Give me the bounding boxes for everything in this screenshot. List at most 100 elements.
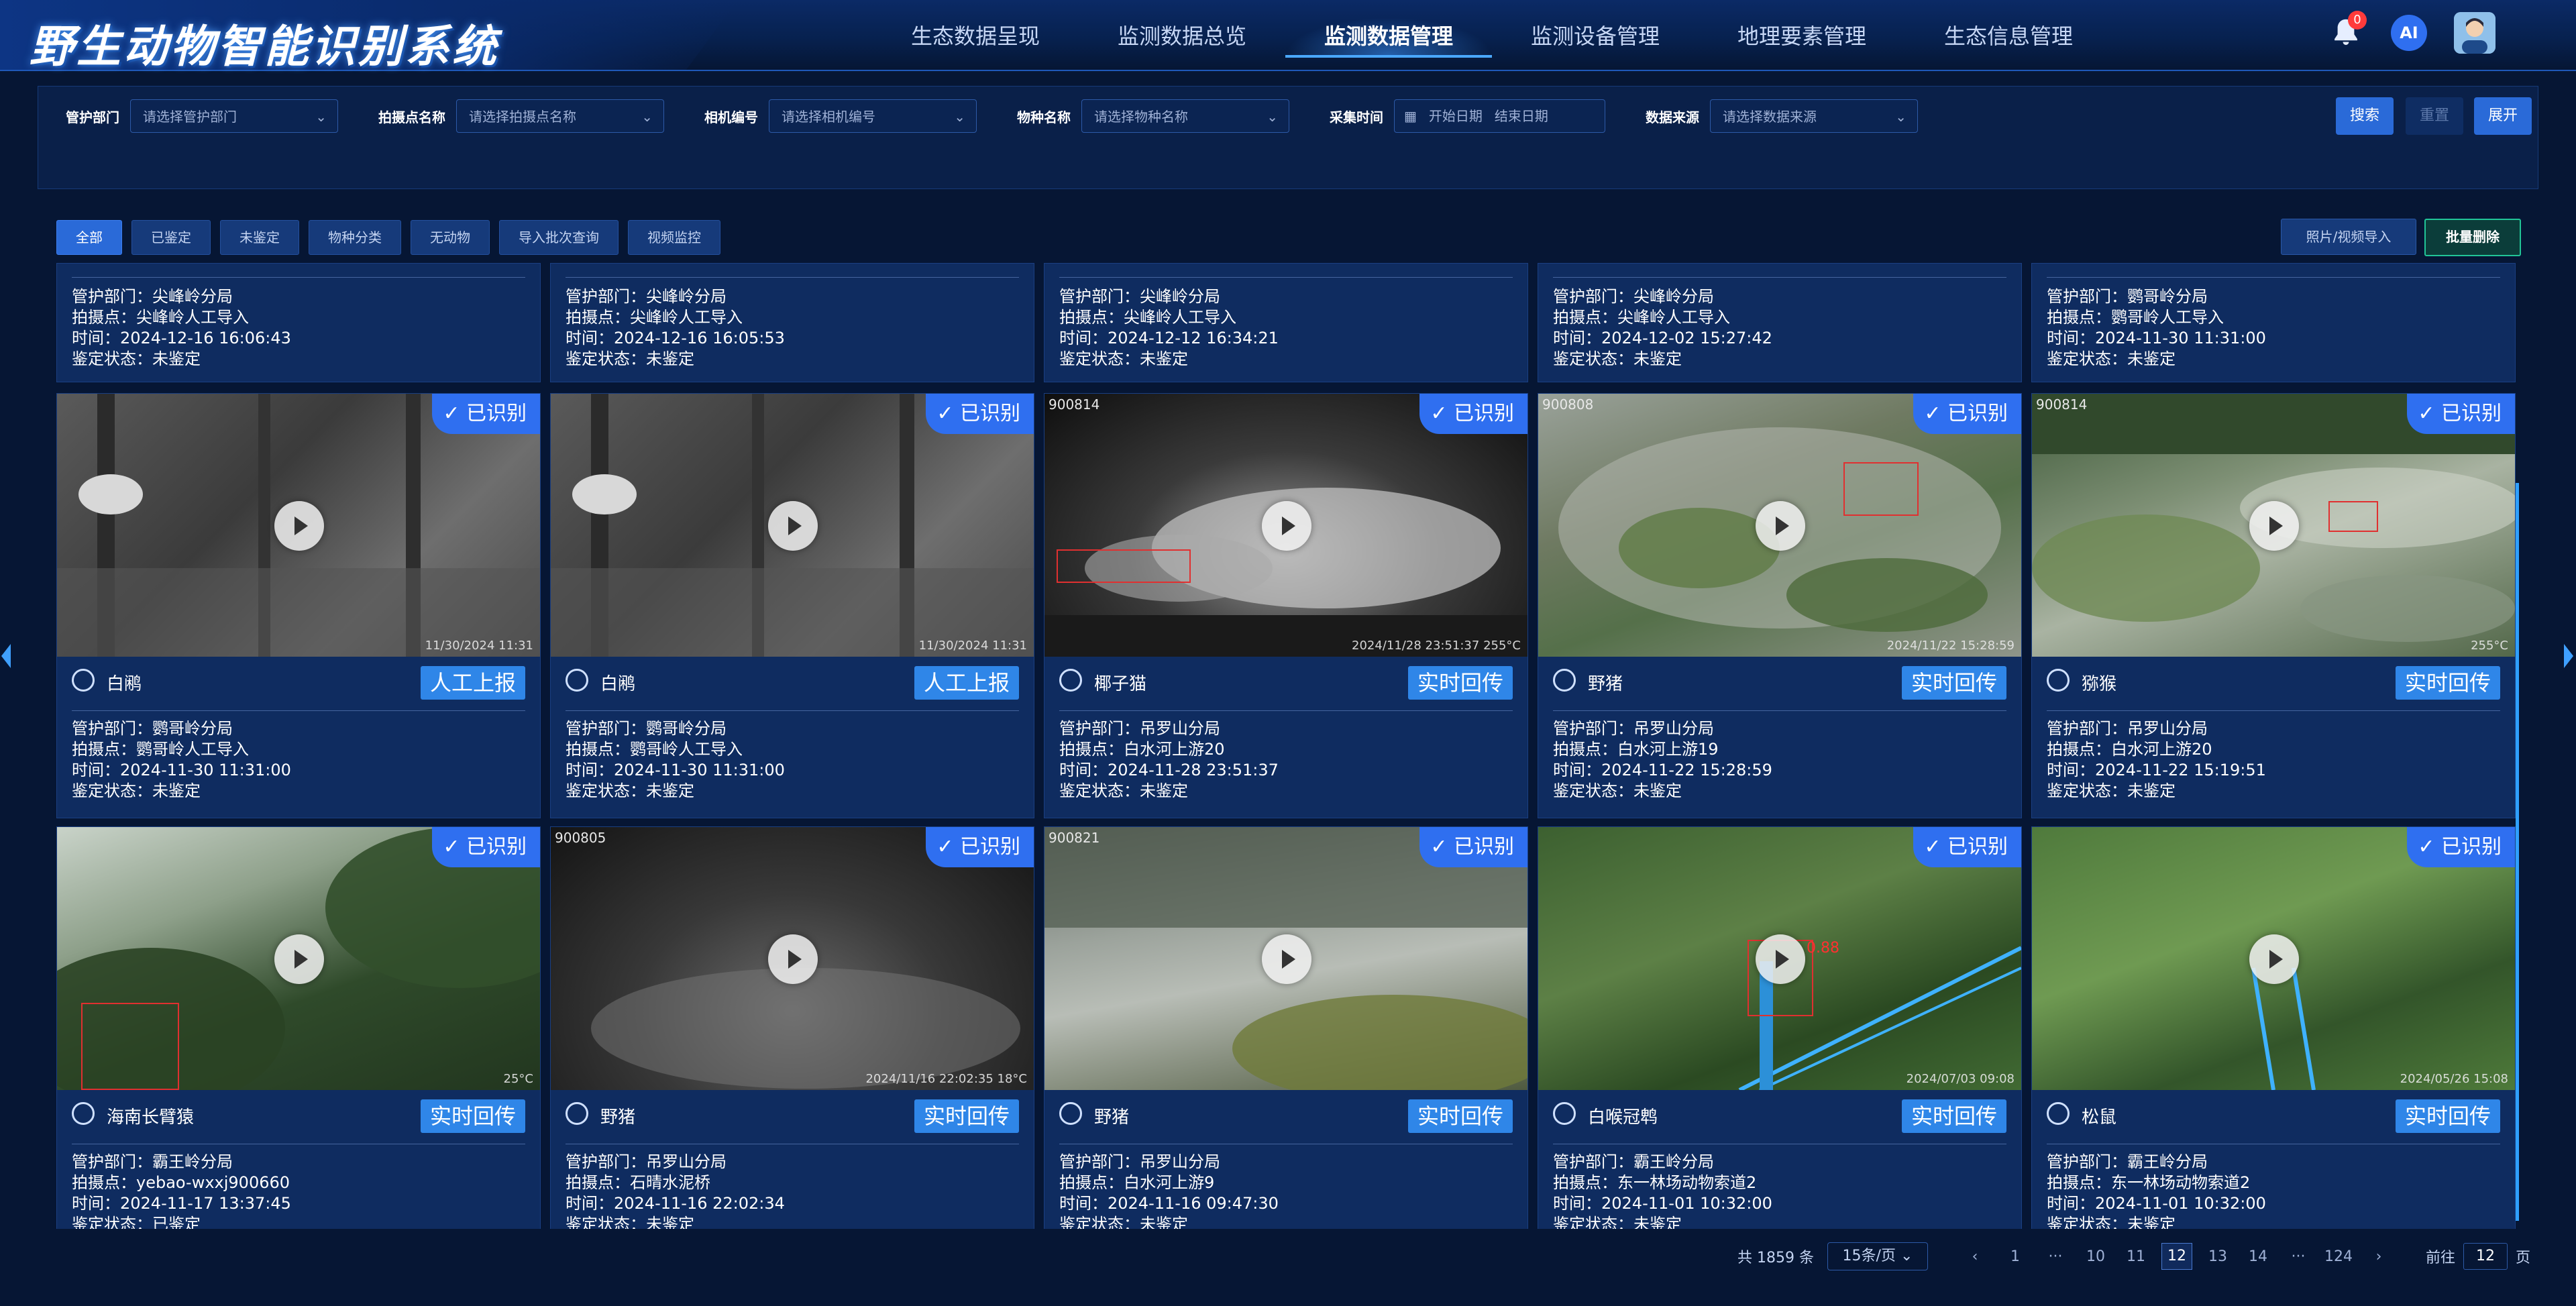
detection-box xyxy=(1843,462,1919,516)
media-card[interactable]: 900821 ✓ 已识别 野猪 实时回传 管护部门：吊罗山分局 拍摄点：白水河上… xyxy=(1044,826,1528,1229)
notification-bell-icon[interactable]: 0 xyxy=(2328,11,2367,51)
page-link[interactable]: 14 xyxy=(2238,1248,2278,1265)
tab-identified[interactable]: 已鉴定 xyxy=(131,220,211,255)
page-link[interactable]: 1 xyxy=(1995,1248,2035,1265)
media-card[interactable]: ✓ 已识别 2024/05/26 15:08 松鼠 实时回传 管护部门：霸王岭分… xyxy=(2031,826,2516,1229)
upload-source-button[interactable]: 人工上报 xyxy=(914,666,1019,700)
point-value: 鹦哥岭人工导入 xyxy=(136,740,249,759)
media-card[interactable]: ✓ 已识别 11/30/2024 11:31 白鹇 人工上报 管护部门：鹦哥岭分… xyxy=(56,393,541,818)
filter-date-range[interactable]: ▦ 开始日期 结束日期 xyxy=(1394,99,1605,133)
upload-source-button[interactable]: 实时回传 xyxy=(420,1099,525,1133)
media-card[interactable]: 管护部门：尖峰岭分局 拍摄点：尖峰岭人工导入 时间：2024-12-16 16:… xyxy=(56,263,541,382)
filter-date-end[interactable]: 结束日期 xyxy=(1495,99,1548,133)
upload-source-button[interactable]: 实时回传 xyxy=(1407,666,1513,700)
upload-source-button[interactable]: 实时回传 xyxy=(2395,666,2500,700)
play-video-icon[interactable] xyxy=(768,501,818,551)
point-label: 拍摄点： xyxy=(72,740,136,759)
tab-unidentified[interactable]: 未鉴定 xyxy=(220,220,299,255)
filter-camera-select[interactable]: 请选择相机编号 ⌄ xyxy=(769,99,977,133)
expand-button[interactable]: 展开 xyxy=(2474,97,2532,135)
play-video-icon[interactable] xyxy=(2249,934,2299,984)
species-name: 猕猴 xyxy=(2082,674,2117,694)
media-thumbnail[interactable]: ✓ 已识别 2024/05/26 15:08 xyxy=(2032,827,2515,1090)
batch-delete-button[interactable]: 批量删除 xyxy=(2424,219,2521,256)
time-value: 2024-11-28 23:51:37 xyxy=(1108,761,1279,779)
dept-value: 吊罗山分局 xyxy=(646,1152,727,1171)
filter-location-select[interactable]: 请选择拍摄点名称 ⌄ xyxy=(456,99,664,133)
media-thumbnail[interactable]: 900821 ✓ 已识别 xyxy=(1044,827,1527,1090)
page-ellipsis[interactable]: ··· xyxy=(2035,1248,2076,1265)
upload-source-button[interactable]: 实时回传 xyxy=(1901,666,2006,700)
media-card[interactable]: 900814 ✓ 已识别 255°C 猕猴 实时回传 管护部门：吊罗山分局 拍摄… xyxy=(2031,393,2516,818)
media-thumbnail[interactable]: 900814 ✓ 已识别 2024/11/28 23:51:37 255°C xyxy=(1044,394,1527,657)
upload-source-button[interactable]: 人工上报 xyxy=(420,666,525,700)
media-thumbnail[interactable]: 0.88 ✓ 已识别 2024/07/03 09:08 xyxy=(1538,827,2021,1090)
grid-scrollbar[interactable] xyxy=(2516,483,2519,1221)
identified-badge: ✓ 已识别 xyxy=(1419,394,1527,434)
tab-species-class[interactable]: 物种分类 xyxy=(309,220,401,255)
tab-all[interactable]: 全部 xyxy=(56,220,122,255)
media-card[interactable]: 管护部门：尖峰岭分局 拍摄点：尖峰岭人工导入 时间：2024-12-16 16:… xyxy=(550,263,1034,382)
next-page-icon[interactable]: › xyxy=(2359,1248,2399,1265)
goto-page-input[interactable]: 12 xyxy=(2463,1243,2508,1270)
current-page[interactable]: 12 xyxy=(2161,1243,2192,1270)
filter-dept-select[interactable]: 请选择管护部门 ⌄ xyxy=(130,99,338,133)
media-thumbnail[interactable]: 900808 ✓ 已识别 2024/11/22 15:28:59 xyxy=(1538,394,2021,657)
upload-source-button[interactable]: 实时回传 xyxy=(914,1099,1019,1133)
media-card[interactable]: 管护部门：尖峰岭分局 拍摄点：尖峰岭人工导入 时间：2024-12-12 16:… xyxy=(1044,263,1528,382)
play-video-icon[interactable] xyxy=(1262,501,1311,551)
right-collapse-arrow-icon[interactable] xyxy=(2564,644,2573,668)
upload-source-button[interactable]: 实时回传 xyxy=(1407,1099,1513,1133)
media-card[interactable]: 900805 ✓ 已识别 2024/11/16 22:02:35 18°C 野猪… xyxy=(550,826,1034,1229)
left-collapse-arrow-icon[interactable] xyxy=(1,644,11,668)
filter-species-select[interactable]: 请选择物种名称 ⌄ xyxy=(1081,99,1289,133)
search-button[interactable]: 搜索 xyxy=(2336,97,2394,135)
nav-device-manage[interactable]: 监测设备管理 xyxy=(1492,17,1699,55)
play-video-icon[interactable] xyxy=(1756,934,1805,984)
filter-date-start[interactable]: 开始日期 xyxy=(1429,99,1483,133)
tab-no-animal[interactable]: 无动物 xyxy=(411,220,490,255)
media-card[interactable]: 管护部门：鹦哥岭分局 拍摄点：鹦哥岭人工导入 时间：2024-11-30 11:… xyxy=(2031,263,2516,382)
nav-monitor-manage[interactable]: 监测数据管理 xyxy=(1285,17,1492,58)
user-avatar[interactable] xyxy=(2454,12,2496,54)
page-ellipsis[interactable]: ··· xyxy=(2278,1248,2318,1265)
page-link[interactable]: 11 xyxy=(2116,1248,2156,1265)
media-thumbnail[interactable]: ✓ 已识别 25°C xyxy=(57,827,540,1090)
play-video-icon[interactable] xyxy=(274,934,324,984)
media-thumbnail[interactable]: ✓ 已识别 11/30/2024 11:31 xyxy=(551,394,1034,657)
nav-geo-manage[interactable]: 地理要素管理 xyxy=(1699,17,1905,55)
play-video-icon[interactable] xyxy=(1756,501,1805,551)
filter-source-select[interactable]: 请选择数据来源 ⌄ xyxy=(1710,99,1918,133)
status-value: 未鉴定 xyxy=(1633,781,1682,800)
upload-source-button[interactable]: 实时回传 xyxy=(2395,1099,2500,1133)
ai-assistant-button[interactable]: AI xyxy=(2391,15,2427,51)
play-video-icon[interactable] xyxy=(1262,934,1311,984)
tab-import-batch[interactable]: 导入批次查询 xyxy=(499,220,619,255)
reset-button[interactable]: 重置 xyxy=(2406,97,2463,135)
media-card[interactable]: 900814 ✓ 已识别 2024/11/28 23:51:37 255°C 椰… xyxy=(1044,393,1528,818)
card-info: 管护部门：鹦哥岭分局 拍摄点：鹦哥岭人工导入 时间：2024-11-30 11:… xyxy=(2047,286,2266,370)
page-size-select[interactable]: 15条/页 ⌄ xyxy=(1827,1242,1928,1270)
media-thumbnail[interactable]: 900814 ✓ 已识别 255°C xyxy=(2032,394,2515,657)
nav-eco-data[interactable]: 生态数据呈现 xyxy=(872,17,1079,55)
import-media-button[interactable]: 照片/视频导入 xyxy=(2281,219,2416,255)
page-link[interactable]: 10 xyxy=(2076,1248,2116,1265)
prev-page-icon[interactable]: ‹ xyxy=(1955,1248,1995,1265)
media-thumbnail[interactable]: ✓ 已识别 11/30/2024 11:31 xyxy=(57,394,540,657)
media-card[interactable]: ✓ 已识别 11/30/2024 11:31 白鹇 人工上报 管护部门：鹦哥岭分… xyxy=(550,393,1034,818)
page-link[interactable]: 124 xyxy=(2318,1248,2359,1265)
nav-eco-info[interactable]: 生态信息管理 xyxy=(1905,17,2112,55)
media-card[interactable]: 管护部门：尖峰岭分局 拍摄点：尖峰岭人工导入 时间：2024-12-02 15:… xyxy=(1538,263,2022,382)
play-video-icon[interactable] xyxy=(768,934,818,984)
nav-monitor-overview[interactable]: 监测数据总览 xyxy=(1079,17,1285,55)
media-thumbnail[interactable]: 900805 ✓ 已识别 2024/11/16 22:02:35 18°C xyxy=(551,827,1034,1090)
page-link[interactable]: 13 xyxy=(2198,1248,2238,1265)
upload-source-button[interactable]: 实时回传 xyxy=(1901,1099,2006,1133)
tab-video-monitor[interactable]: 视频监控 xyxy=(628,220,720,255)
play-video-icon[interactable] xyxy=(274,501,324,551)
animal-icon xyxy=(566,669,588,692)
media-card[interactable]: 900808 ✓ 已识别 2024/11/22 15:28:59 野猪 实时回传… xyxy=(1538,393,2022,818)
media-card[interactable]: ✓ 已识别 25°C 海南长臂猿 实时回传 管护部门：霸王岭分局 拍摄点：yeb… xyxy=(56,826,541,1229)
play-video-icon[interactable] xyxy=(2249,501,2299,551)
media-card[interactable]: 0.88 ✓ 已识别 2024/07/03 09:08 白喉冠鹎 实时回传 管护… xyxy=(1538,826,2022,1229)
